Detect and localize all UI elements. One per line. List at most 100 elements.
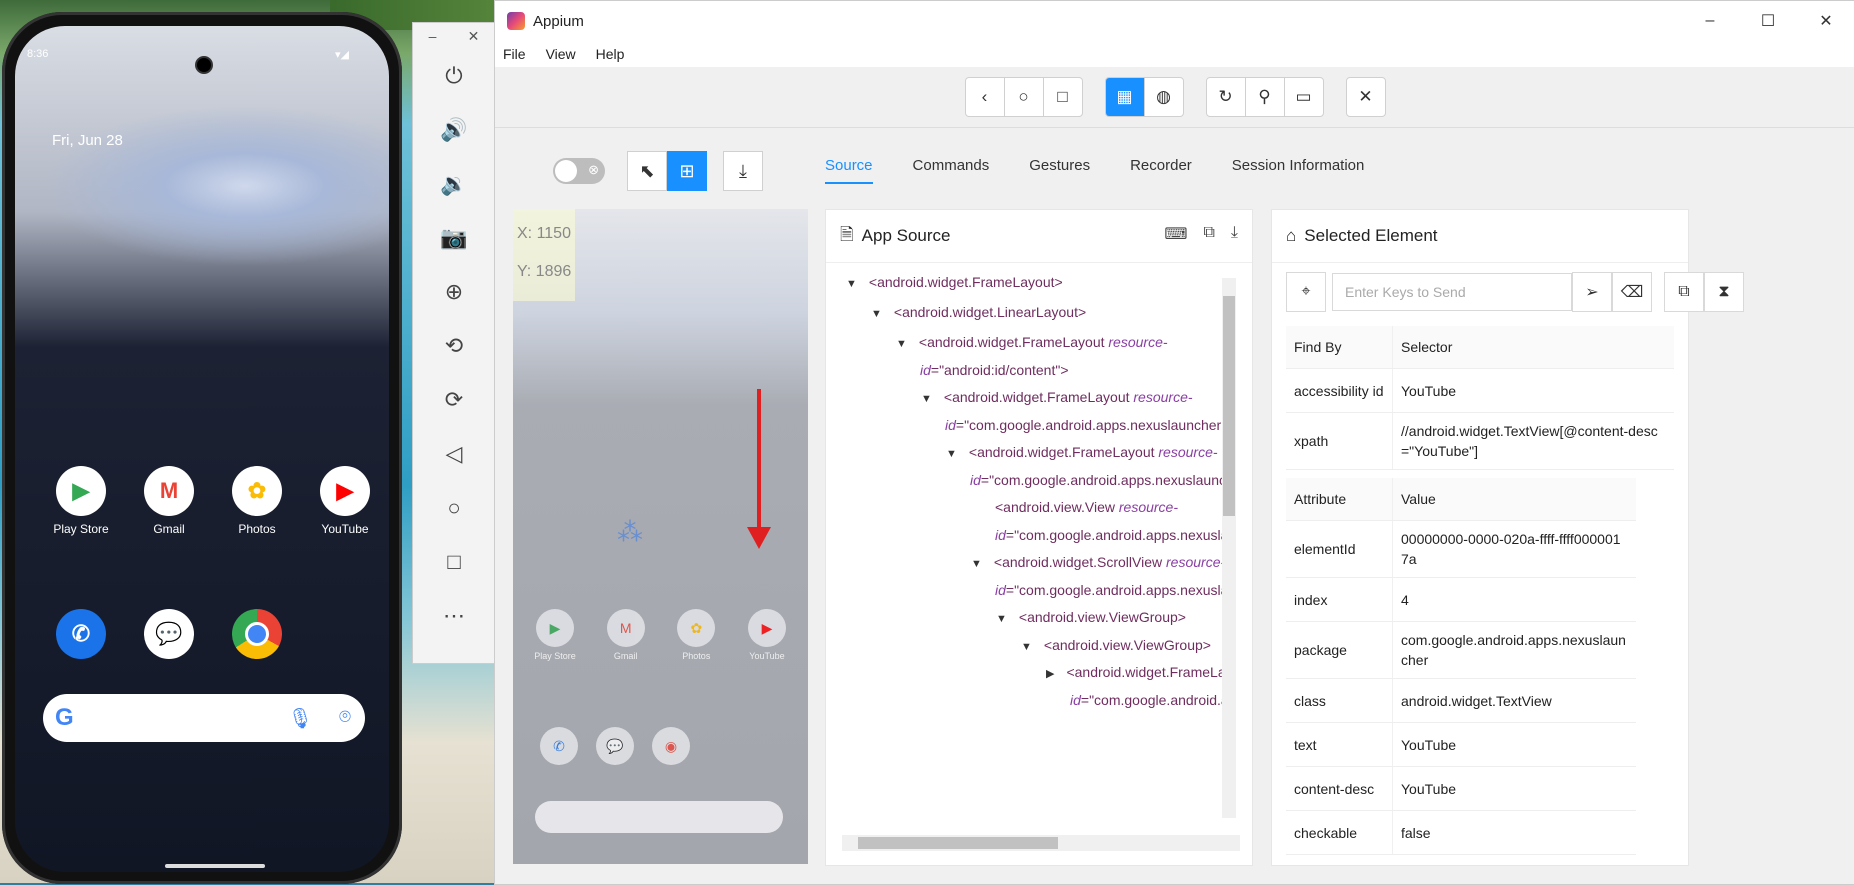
terminal-icon[interactable]: ⌨ xyxy=(1164,224,1187,244)
collapse-caret-icon[interactable]: ▼ xyxy=(946,448,957,460)
attribute-row[interactable]: package com.google.android.apps.nexuslaun… xyxy=(1286,621,1636,679)
power-icon[interactable]: ⏻ xyxy=(413,49,495,103)
tab-commands[interactable]: Commands xyxy=(913,157,990,184)
mini-app[interactable]: ▶ YouTube xyxy=(743,609,791,661)
volume-up-icon[interactable]: 🔊 xyxy=(413,103,495,157)
close-window-icon[interactable]: ✕ xyxy=(1797,1,1854,41)
maximize-window-icon[interactable]: ☐ xyxy=(1739,1,1797,41)
source-tree-node[interactable]: ▼ <android.widget.FrameLayout resource- xyxy=(896,330,1168,357)
source-tree-node[interactable]: id="com.google.android.apps.nexuslaunche… xyxy=(970,468,1226,493)
mini-messages-app[interactable]: 💬 xyxy=(591,727,639,769)
download-screenshot-icon[interactable]: ⤓ xyxy=(723,151,763,191)
collapse-caret-icon[interactable]: ▼ xyxy=(971,558,982,570)
overview-icon[interactable]: □ xyxy=(413,535,495,589)
refresh-icon[interactable]: ↻ xyxy=(1207,78,1246,116)
attribute-row[interactable]: class android.widget.TextView xyxy=(1286,678,1636,723)
native-app-mode-icon[interactable]: ▦ xyxy=(1105,78,1145,116)
tap-element-icon[interactable]: ⌖ xyxy=(1286,272,1326,312)
source-tree-node[interactable]: ▼ <android.widget.FrameLayout> xyxy=(846,270,1063,297)
app-switch-button-icon[interactable]: □ xyxy=(1044,78,1082,116)
home-indicator[interactable] xyxy=(165,864,265,868)
source-tree-node[interactable]: ▼ <android.view.ViewGroup> xyxy=(1021,633,1211,660)
zoom-icon[interactable]: ⊕ xyxy=(413,265,495,319)
source-tree-node[interactable]: ▼ <android.view.ViewGroup> xyxy=(996,605,1186,632)
mini-app[interactable]: M Gmail xyxy=(602,609,650,661)
copy-xml-icon[interactable]: ⧉ xyxy=(1203,224,1214,244)
home-app[interactable]: ✿ Photos xyxy=(219,466,295,536)
attribute-row[interactable]: elementId 00000000-0000-020a-ffff-ffff000… xyxy=(1286,520,1636,578)
find-by-row[interactable]: xpath//android.widget.TextView[@content-… xyxy=(1286,412,1674,470)
source-tree-node[interactable]: ▼ <android.widget.FrameLayout resource- xyxy=(946,440,1218,467)
tab-recorder[interactable]: Recorder xyxy=(1130,157,1192,184)
collapse-caret-icon[interactable]: ▼ xyxy=(1021,641,1032,653)
home-app[interactable]: M Gmail xyxy=(131,466,207,536)
minimize-icon[interactable]: – xyxy=(429,28,437,44)
phone-screen[interactable]: 8:36 ▾◢ Fri, Jun 28 ▶ Play Store M Gmail ✿ Ph… xyxy=(15,26,389,872)
tab-gestures[interactable]: Gestures xyxy=(1029,157,1090,184)
expand-caret-icon[interactable]: ▶ xyxy=(1046,668,1054,680)
mini-chrome-app[interactable]: ◉ xyxy=(647,727,695,769)
home-app[interactable]: ▶ Play Store xyxy=(43,466,119,536)
lens-icon[interactable]: ⌾ xyxy=(339,706,351,729)
minimize-window-icon[interactable]: – xyxy=(1681,1,1739,41)
download-source-icon[interactable]: ⤓ xyxy=(1231,224,1238,244)
more-icon[interactable]: ⋯ xyxy=(413,589,495,643)
chrome-app[interactable] xyxy=(219,609,295,665)
home-app[interactable]: ▶ YouTube xyxy=(307,466,383,536)
hscroll-thumb[interactable] xyxy=(858,837,1058,849)
home-button-icon[interactable]: ○ xyxy=(1005,78,1044,116)
menu-file[interactable]: File xyxy=(503,46,526,62)
web-mode-icon[interactable]: ◍ xyxy=(1145,78,1183,116)
source-vertical-scrollbar[interactable] xyxy=(1222,278,1236,818)
source-tree-node[interactable]: ▶ <android.widget.FrameLay xyxy=(1046,660,1226,687)
attribute-row[interactable]: text YouTube xyxy=(1286,722,1636,767)
scroll-thumb[interactable] xyxy=(1223,296,1235,516)
record-icon[interactable]: ▭ xyxy=(1285,78,1323,116)
device-screenshot[interactable]: X: 1150 Y: 1896 ⁂ ▶ Play Store M Gmail ✿ Phot… xyxy=(513,209,808,864)
rotate-left-icon[interactable]: ⟲ xyxy=(413,319,495,373)
google-search-bar[interactable]: G 🎙 ⌾ xyxy=(43,694,365,742)
source-tree-node[interactable]: id="com.google.android.ap xyxy=(1070,688,1226,713)
search-icon[interactable]: ⚲ xyxy=(1246,78,1285,116)
collapse-caret-icon[interactable]: ▼ xyxy=(846,278,857,290)
tab-session-information[interactable]: Session Information xyxy=(1232,157,1365,184)
rotate-right-icon[interactable]: ⟳ xyxy=(413,373,495,427)
show-elements-toggle[interactable]: ⊗ xyxy=(553,158,605,184)
attribute-row[interactable]: checkable false xyxy=(1286,810,1636,855)
collapse-caret-icon[interactable]: ▼ xyxy=(871,308,882,320)
volume-down-icon[interactable]: 🔉 xyxy=(413,157,495,211)
source-tree-node[interactable]: ▼ <android.widget.LinearLayout> xyxy=(871,300,1086,327)
attribute-row[interactable]: index 4 xyxy=(1286,577,1636,622)
copy-attributes-icon[interactable]: ⧉ xyxy=(1664,272,1704,312)
source-horizontal-scrollbar[interactable] xyxy=(842,835,1240,851)
mic-icon[interactable]: 🎙 xyxy=(288,706,313,731)
source-tree-node[interactable]: ▼ <android.widget.ScrollView resource- xyxy=(971,550,1225,577)
select-element-icon[interactable]: ⬉ xyxy=(627,151,667,191)
source-tree-node[interactable]: <android.view.View resource- xyxy=(995,495,1178,520)
menu-help[interactable]: Help xyxy=(596,46,625,62)
timing-icon[interactable]: ⧗ xyxy=(1704,272,1744,312)
messages-app[interactable]: 💬 xyxy=(131,609,207,665)
mini-phone-app[interactable]: ✆ xyxy=(535,727,583,769)
tab-source[interactable]: Source xyxy=(825,157,873,184)
source-tree-node[interactable]: id="com.google.android.apps.nexuslaun xyxy=(995,578,1226,603)
quit-session-icon[interactable]: ✕ xyxy=(1347,78,1385,116)
tap-coordinates-icon[interactable]: ⊞ xyxy=(667,151,707,191)
mini-search-bar[interactable] xyxy=(535,801,783,833)
mini-app[interactable]: ▶ Play Store xyxy=(531,609,579,661)
clear-element-icon[interactable]: ⌫ xyxy=(1612,272,1652,312)
find-by-row[interactable]: accessibility id YouTube xyxy=(1286,368,1674,413)
send-keys-icon[interactable]: ➢ xyxy=(1572,272,1612,312)
source-tree-node[interactable]: id="com.google.android.apps.nexuslaun xyxy=(995,523,1226,548)
menu-view[interactable]: View xyxy=(546,46,576,62)
source-tree-node[interactable]: ▼ <android.widget.FrameLayout resource- xyxy=(921,385,1193,412)
back-button-icon[interactable]: ‹ xyxy=(966,78,1005,116)
back-icon[interactable]: ◁ xyxy=(413,427,495,481)
source-tree-node[interactable]: id="com.google.android.apps.nexuslaunche… xyxy=(945,413,1226,438)
home-icon[interactable]: ○ xyxy=(413,481,495,535)
collapse-caret-icon[interactable]: ▼ xyxy=(996,613,1007,625)
close-icon[interactable]: ✕ xyxy=(468,28,480,45)
phone-app[interactable]: ✆ xyxy=(43,609,119,665)
source-tree-node[interactable]: id="android:id/content"> xyxy=(920,358,1069,383)
collapse-caret-icon[interactable]: ▼ xyxy=(896,338,907,350)
